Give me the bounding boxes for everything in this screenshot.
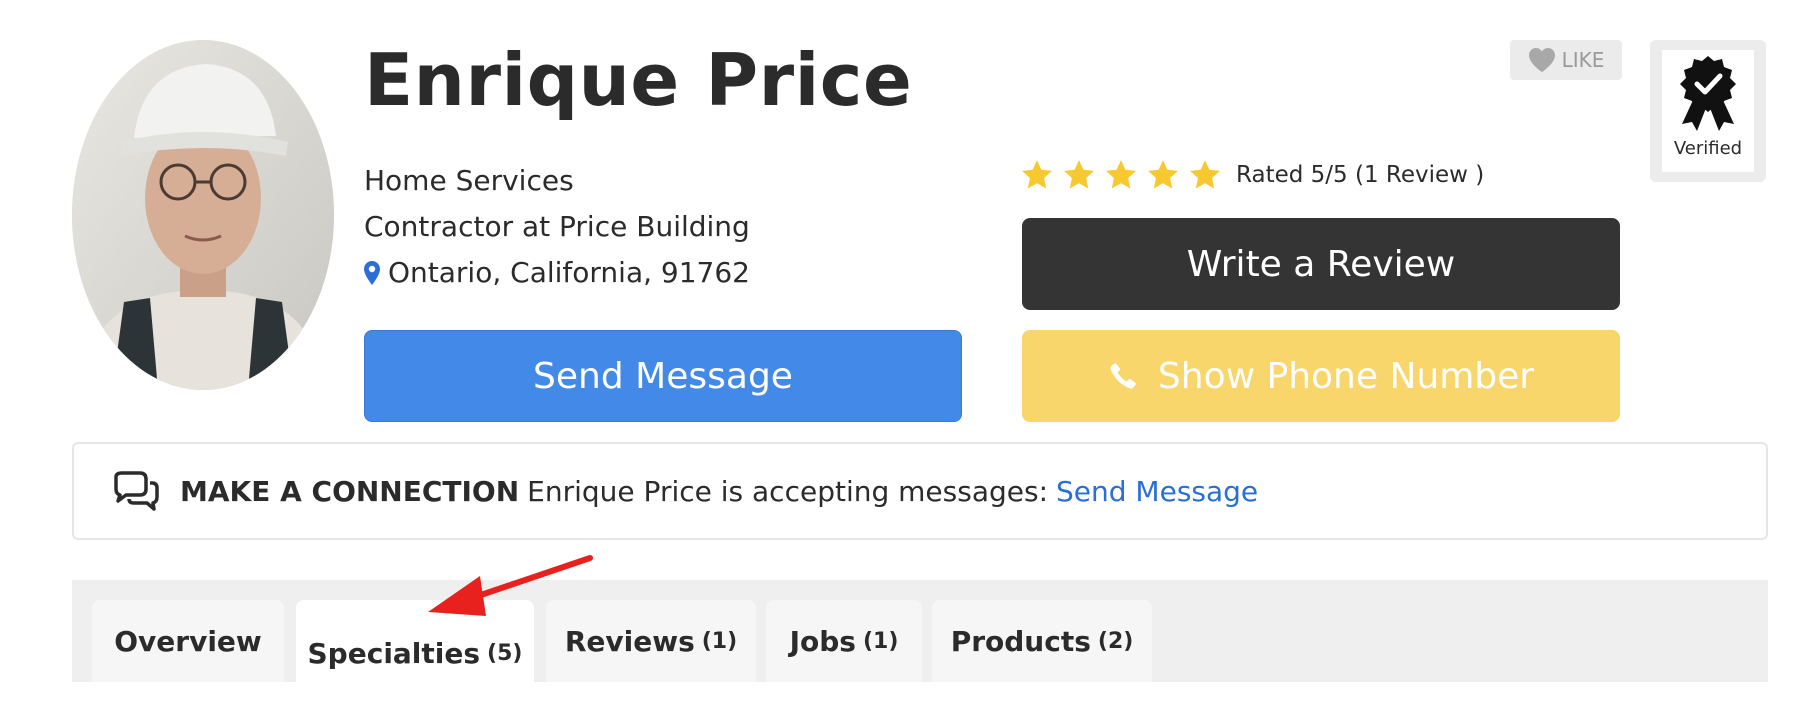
tab-label: Jobs: [789, 624, 856, 658]
tab-overview[interactable]: Overview: [92, 600, 284, 682]
tab-products[interactable]: Products (2): [932, 600, 1152, 682]
connection-heading: MAKE A CONNECTION: [180, 474, 520, 508]
rating: Rated 5/5 (1 Review ): [1020, 158, 1484, 192]
like-button[interactable]: LIKE: [1510, 40, 1622, 80]
tab-label: Reviews: [564, 624, 695, 658]
profile-category: Home Services: [364, 164, 574, 197]
star-icon: [1190, 160, 1220, 189]
verified-label: Verified: [1673, 138, 1743, 159]
verified-badge: Verified: [1650, 40, 1766, 182]
profile-title: Contractor at Price Building: [364, 210, 750, 243]
write-review-button[interactable]: Write a Review: [1022, 218, 1620, 310]
show-phone-label: Show Phone Number: [1157, 355, 1535, 397]
connection-text: Enrique Price is accepting messages:: [527, 474, 1049, 508]
send-message-label: Send Message: [533, 355, 793, 397]
like-label: LIKE: [1561, 48, 1605, 72]
star-icon: [1064, 160, 1094, 189]
tab-label: Overview: [114, 624, 262, 658]
write-review-label: Write a Review: [1186, 243, 1456, 285]
profile-photo: [72, 40, 334, 390]
star-icon: [1106, 160, 1136, 189]
tab-jobs[interactable]: Jobs (1): [766, 600, 922, 682]
location-text: Ontario, California, 91762: [388, 256, 750, 289]
profile-location: Ontario, California, 91762: [364, 256, 750, 289]
phone-icon: [1110, 363, 1136, 389]
profile-name: Enrique Price: [364, 38, 913, 122]
tab-label: Specialties: [307, 636, 481, 670]
rating-text: Rated 5/5 (1 Review ): [1236, 162, 1485, 188]
connection-send-message-link[interactable]: Send Message: [1056, 475, 1258, 508]
tab-count: (2): [1097, 628, 1134, 654]
show-phone-button[interactable]: Show Phone Number: [1022, 330, 1620, 422]
tab-count: (1): [701, 628, 738, 654]
tab-label: Products: [950, 624, 1091, 658]
chat-bubbles-icon: [114, 471, 159, 511]
annotation-arrow: [428, 555, 593, 616]
map-pin-icon: [364, 260, 380, 285]
star-icon: [1022, 160, 1052, 189]
heart-icon: [1528, 48, 1555, 72]
send-message-button[interactable]: Send Message: [364, 330, 962, 422]
tab-count: (5): [487, 640, 523, 666]
award-ribbon-icon: [1680, 56, 1736, 131]
connection-banner: MAKE A CONNECTION Enrique Price is accep…: [72, 442, 1768, 540]
tab-count: (1): [862, 628, 899, 654]
star-icon: [1148, 160, 1178, 189]
